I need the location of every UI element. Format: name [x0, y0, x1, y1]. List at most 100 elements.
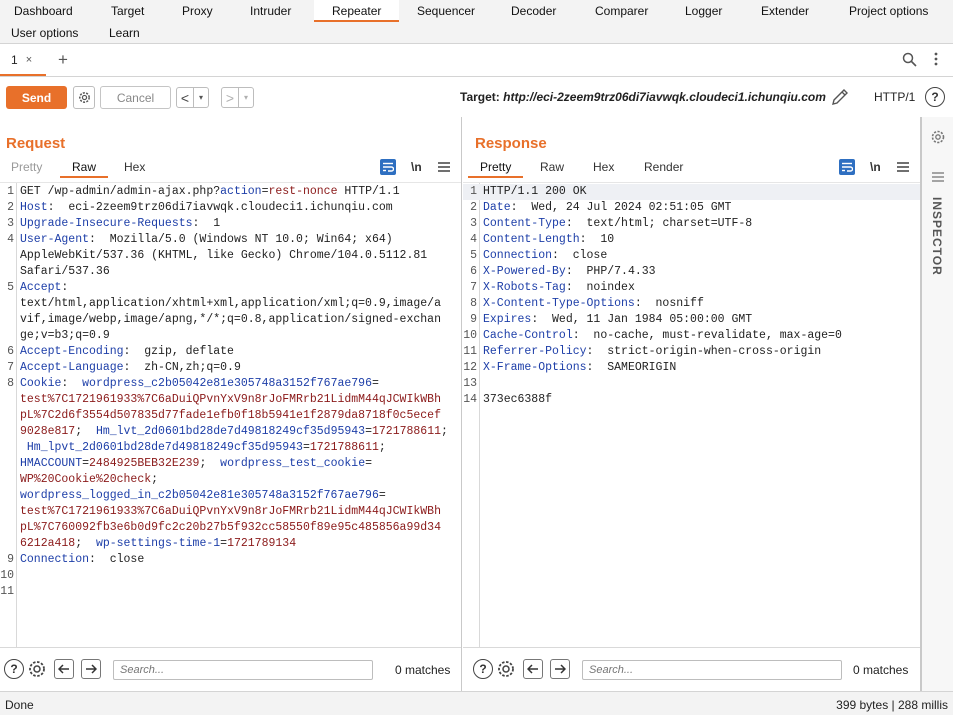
code-line[interactable]: 8 X-Content-Type-Options: nosniff	[463, 296, 920, 312]
show-newlines-toggle[interactable]: \n	[411, 160, 422, 174]
menu-logger[interactable]: Logger	[685, 0, 722, 22]
code-line[interactable]: 6 Accept-Encoding: gzip, deflate	[0, 344, 461, 360]
menu-extender[interactable]: Extender	[761, 0, 809, 22]
gear-icon[interactable]	[496, 659, 516, 682]
code-line[interactable]: 8 Cookie: wordpress_c2b05042e81e305748a31…	[0, 376, 461, 392]
inspector-tab[interactable]: INSPECTOR	[930, 197, 944, 276]
code-line[interactable]: test%7C1721961933%7C6aDuiQPvnYxV9n8rJoFM…	[0, 392, 461, 408]
code-line[interactable]: 10 Cache-Control: no-cache, must-revalida…	[463, 328, 920, 344]
tab-hex[interactable]: Hex	[124, 160, 145, 174]
menu-comparer[interactable]: Comparer	[595, 0, 648, 22]
code-line[interactable]: HMACCOUNT=2484925BEB32E239; wordpress_te…	[0, 456, 461, 472]
code-line[interactable]: 3 Content-Type: text/html; charset=UTF-8	[463, 216, 920, 232]
close-tab-icon[interactable]: ×	[26, 54, 32, 66]
wrap-lines-icon[interactable]	[380, 159, 396, 175]
code-line[interactable]: pL%7C760092fb3e6b0d9fc2c20b27b5f932cc585…	[0, 520, 461, 536]
code-line[interactable]: 7 X-Robots-Tag: noindex	[463, 280, 920, 296]
arrow-left-icon[interactable]	[54, 659, 74, 679]
menu-project-options[interactable]: Project options	[849, 0, 928, 22]
menu-user-options[interactable]: User options	[11, 22, 78, 44]
pencil-icon[interactable]	[830, 87, 850, 110]
code-line[interactable]: vif,image/webp,image/apng,*/*;q=0.8,appl…	[0, 312, 461, 328]
code-line[interactable]: 2 Date: Wed, 24 Jul 2024 02:51:05 GMT	[463, 200, 920, 216]
history-back-button[interactable]: <	[177, 88, 194, 107]
cancel-button[interactable]: Cancel	[100, 86, 171, 109]
protocol-label[interactable]: HTTP/1	[874, 90, 915, 104]
code-line[interactable]: text/html,application/xhtml+xml,applicat…	[0, 296, 461, 312]
code-line[interactable]: 10	[0, 568, 461, 584]
code-line[interactable]: ge;v=b3;q=0.9	[0, 328, 461, 344]
show-newlines-toggle[interactable]: \n	[870, 160, 881, 174]
request-search-input[interactable]	[114, 661, 372, 679]
code-line[interactable]: test%7C1721961933%7C6aDuiQPvnYxV9n8rJoFM…	[0, 504, 461, 520]
help-icon[interactable]: ?	[4, 659, 24, 679]
menu-learn[interactable]: Learn	[109, 22, 140, 44]
code-line[interactable]: 9 Expires: Wed, 11 Jan 1984 05:00:00 GMT	[463, 312, 920, 328]
code-line[interactable]: 12 X-Frame-Options: SAMEORIGIN	[463, 360, 920, 376]
line-text: Accept:	[20, 281, 69, 294]
code-line[interactable]: Hm_lpvt_2d0601bd28de7d49818249cf35d95943…	[0, 440, 461, 456]
code-line[interactable]: 13	[463, 376, 920, 392]
code-line[interactable]: 9028e817; Hm_lvt_2d0601bd28de7d49818249c…	[0, 424, 461, 440]
tab-hex[interactable]: Hex	[593, 160, 614, 174]
code-line[interactable]: 11	[0, 584, 461, 600]
code-line[interactable]: 3 Upgrade-Insecure-Requests: 1	[0, 216, 461, 232]
arrow-right-icon[interactable]	[81, 659, 101, 679]
code-line[interactable]: 4 Content-Length: 10	[463, 232, 920, 248]
tab-pretty[interactable]: Pretty	[468, 160, 524, 178]
response-editor[interactable]: 1 HTTP/1.1 200 OK 2 Date: Wed, 24 Jul 2024 …	[463, 182, 920, 647]
code-line[interactable]: 4 User-Agent: Mozilla/5.0 (Windows NT 10.…	[0, 232, 461, 248]
hamburger-icon[interactable]	[896, 159, 909, 175]
line-number: 5	[470, 249, 477, 262]
tab-raw[interactable]: Raw	[60, 160, 109, 178]
wrap-lines-icon[interactable]	[839, 159, 855, 175]
kebab-menu-icon[interactable]	[934, 52, 938, 70]
gear-icon[interactable]	[930, 129, 946, 148]
hamburger-icon[interactable]	[932, 171, 944, 185]
code-line[interactable]: 6212a418; wp-settings-time-1=1721789134	[0, 536, 461, 552]
code-line[interactable]: 14 373ec6388f	[463, 392, 920, 408]
menu-intruder[interactable]: Intruder	[250, 0, 291, 22]
code-line[interactable]: pL%7C2d6f3554d507835d77fade1efb0f18b5941…	[0, 408, 461, 424]
code-line[interactable]: AppleWebKit/537.36 (KHTML, like Gecko) C…	[0, 248, 461, 264]
code-line[interactable]: 5 Connection: close	[463, 248, 920, 264]
menu-repeater[interactable]: Repeater	[314, 0, 400, 22]
code-line[interactable]: 11 Referrer-Policy: strict-origin-when-cr…	[463, 344, 920, 360]
code-line[interactable]: 7 Accept-Language: zh-CN,zh;q=0.9	[0, 360, 461, 376]
gear-icon[interactable]	[27, 659, 47, 682]
menu-sequencer[interactable]: Sequencer	[417, 0, 475, 22]
add-tab-icon[interactable]: +	[58, 50, 68, 70]
send-button[interactable]: Send	[6, 86, 67, 109]
history-forward-button[interactable]: >	[222, 88, 239, 107]
chevron-down-icon[interactable]: ▾	[194, 93, 208, 102]
help-icon[interactable]: ?	[925, 87, 945, 107]
tab-render[interactable]: Render	[644, 160, 683, 174]
hamburger-icon[interactable]	[437, 159, 450, 175]
menu-target[interactable]: Target	[111, 0, 144, 22]
line-text: vif,image/webp,image/apng,*/*;q=0.8,appl…	[20, 313, 441, 326]
arrow-left-icon[interactable]	[523, 659, 543, 679]
arrow-right-icon[interactable]	[550, 659, 570, 679]
code-line[interactable]: Safari/537.36	[0, 264, 461, 280]
gear-icon[interactable]	[73, 86, 95, 109]
code-line[interactable]: 9 Connection: close	[0, 552, 461, 568]
line-text: X-Robots-Tag: noindex	[483, 281, 635, 294]
menu-proxy[interactable]: Proxy	[182, 0, 213, 22]
code-line[interactable]: 1 GET /wp-admin/admin-ajax.php?action=res…	[0, 184, 461, 200]
search-icon[interactable]	[902, 52, 917, 70]
tab-pretty[interactable]: Pretty	[11, 160, 42, 174]
tab-raw[interactable]: Raw	[540, 160, 564, 174]
repeater-tab-1[interactable]: 1 ×	[0, 45, 46, 76]
code-line[interactable]: 6 X-Powered-By: PHP/7.4.33	[463, 264, 920, 280]
menu-dashboard[interactable]: Dashboard	[14, 0, 73, 22]
request-editor[interactable]: 1 GET /wp-admin/admin-ajax.php?action=res…	[0, 182, 461, 647]
menu-decoder[interactable]: Decoder	[511, 0, 556, 22]
code-line[interactable]: WP%20Cookie%20check;	[0, 472, 461, 488]
response-search-input[interactable]	[583, 661, 841, 679]
code-line[interactable]: 2 Host: eci-2zeem9trz06di7iavwqk.cloudeci…	[0, 200, 461, 216]
code-line[interactable]: wordpress_logged_in_c2b05042e81e305748a3…	[0, 488, 461, 504]
code-line[interactable]: 1 HTTP/1.1 200 OK	[463, 184, 920, 200]
help-icon[interactable]: ?	[473, 659, 493, 679]
chevron-down-icon[interactable]: ▾	[239, 93, 253, 102]
code-line[interactable]: 5 Accept:	[0, 280, 461, 296]
